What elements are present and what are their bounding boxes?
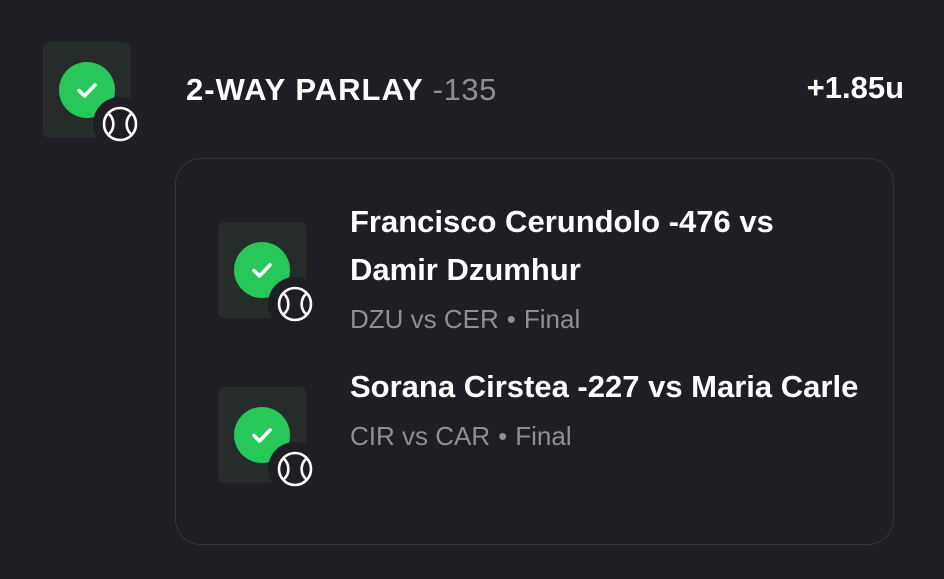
leg-game-status: Final [523, 304, 581, 334]
parlay-leg[interactable]: Francisco Cerundolo -476 vs Damir Dzumhu… [350, 198, 860, 335]
tennis-ball-icon [268, 277, 322, 331]
leg-title: Francisco Cerundolo -476 vs Damir Dzumhu… [350, 204, 774, 287]
parlay-odds: -135 [432, 72, 497, 107]
parlay-leg[interactable]: Sorana Cirstea -227 vs Maria Carle CIR v… [350, 363, 860, 452]
leg-matchup: CIR vs CAR [350, 421, 491, 451]
meta-separator: • [498, 421, 508, 451]
leg-meta: CIR vs CAR • Final [350, 421, 860, 452]
parlay-bet-screen: 2-WAY PARLAY -135 +1.85u Francisco Cerun… [0, 0, 944, 579]
leg-meta: DZU vs CER • Final [350, 304, 860, 335]
parlay-title: 2-WAY PARLAY -135 [186, 72, 497, 108]
parlay-title-label: 2-WAY PARLAY [186, 72, 424, 107]
leg-status-icon [218, 387, 322, 496]
parlay-result-units: +1.85u [806, 70, 904, 105]
parlay-status-icon [43, 42, 147, 151]
leg-game-status: Final [515, 421, 572, 451]
tennis-ball-icon [268, 442, 322, 496]
leg-title: Sorana Cirstea -227 vs Maria Carle [350, 369, 859, 404]
meta-separator: • [506, 304, 516, 334]
leg-status-icon [218, 222, 322, 331]
tennis-ball-icon [93, 97, 147, 151]
leg-matchup: DZU vs CER [350, 304, 499, 334]
